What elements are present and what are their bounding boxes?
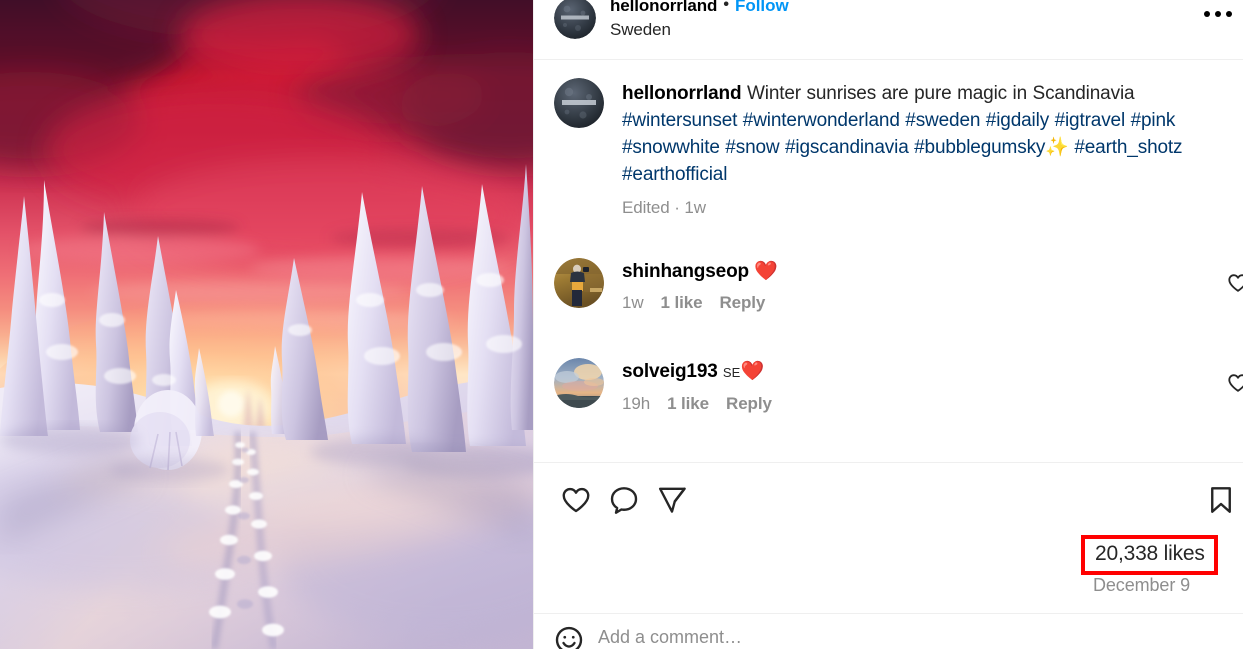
- comment-text-line: shinhangseop ❤️: [622, 259, 1222, 285]
- instagram-post-view: hellonorrland • Follow Sweden hellonorrl…: [0, 0, 1243, 649]
- comment-text: ❤️: [740, 361, 765, 382]
- share-button[interactable]: [648, 476, 696, 524]
- comment-meta: 1w 1 like Reply: [622, 293, 1222, 313]
- caption-meta: Edited · 1w: [622, 198, 706, 217]
- comment-item: shinhangseop ❤️ 1w 1 like Reply: [534, 258, 1243, 313]
- comment-meta: 19h 1 like Reply: [622, 394, 1222, 414]
- heart-glyph: [1228, 274, 1243, 292]
- comment-button[interactable]: [600, 476, 648, 524]
- add-comment-divider: [534, 613, 1243, 614]
- caption-hashtags-line-1[interactable]: #wintersunset #winterwonderland #sweden …: [622, 110, 1125, 131]
- heart-outline-icon: [562, 487, 590, 513]
- avatar-image: [554, 258, 604, 308]
- avatar-image: [554, 78, 604, 128]
- post-details-panel: hellonorrland • Follow Sweden hellonorrl…: [533, 0, 1243, 649]
- post-date: December 9: [1093, 575, 1191, 595]
- comment-username[interactable]: shinhangseop: [622, 261, 749, 282]
- comment-body: solveig193 SE❤️ 19h 1 like Reply: [622, 358, 1222, 414]
- speech-bubble-icon: [610, 487, 638, 514]
- actions-divider: [534, 462, 1243, 463]
- post-header: hellonorrland • Follow Sweden: [534, 0, 1243, 60]
- smiley-face-icon[interactable]: [554, 625, 584, 649]
- header-text: hellonorrland • Follow Sweden: [610, 0, 789, 40]
- add-comment-row: [534, 625, 1243, 649]
- heart-outline-icon[interactable]: [1227, 372, 1243, 394]
- comment-reply-button[interactable]: Reply: [726, 394, 772, 414]
- comment-avatar[interactable]: [554, 258, 604, 308]
- comment-like-count[interactable]: 1 like: [661, 293, 703, 313]
- post-actions: [534, 476, 1243, 524]
- comment-timestamp: 1w: [622, 293, 644, 312]
- caption-body: hellonorrland Winter sunrises are pure m…: [622, 78, 1222, 218]
- avatar-image: [554, 358, 604, 408]
- caption-sentence: Winter sunrises are pure magic in Scandi…: [746, 83, 1135, 104]
- follow-button[interactable]: Follow: [735, 0, 789, 16]
- likes-count-highlight: 20,338 likes: [1081, 535, 1218, 575]
- caption-text: hellonorrland Winter sunrises are pure m…: [622, 80, 1222, 188]
- bookmark-outline-icon: [1211, 487, 1231, 513]
- comment-reply-button[interactable]: Reply: [719, 293, 765, 313]
- comment-avatar[interactable]: [554, 358, 604, 408]
- avatar-image: [554, 0, 596, 39]
- comment-prefix: SE: [722, 365, 741, 380]
- header-separator-dot: •: [723, 0, 729, 14]
- caption-avatar[interactable]: [554, 78, 604, 128]
- header-avatar[interactable]: [554, 0, 596, 39]
- comment-text-line: solveig193 SE❤️: [622, 359, 1222, 386]
- likes-count[interactable]: 20,338 likes: [1095, 541, 1205, 567]
- winter-sunset-forest-path-photo: [0, 0, 533, 649]
- post-photo[interactable]: [0, 0, 533, 649]
- comment-timestamp: 19h: [622, 394, 651, 413]
- add-comment-input[interactable]: [598, 625, 1224, 649]
- sparkles-emoji: ✨: [1045, 137, 1069, 158]
- save-button[interactable]: [1206, 476, 1243, 524]
- comment-text: ❤️: [754, 261, 778, 282]
- like-button[interactable]: [552, 476, 600, 524]
- comment-username[interactable]: solveig193: [622, 361, 718, 382]
- caption-username[interactable]: hellonorrland: [622, 83, 742, 104]
- heart-outline-icon[interactable]: [1227, 272, 1243, 294]
- caption-block: hellonorrland Winter sunrises are pure m…: [534, 78, 1243, 218]
- comment-body: shinhangseop ❤️ 1w 1 like Reply: [622, 258, 1222, 313]
- post-location[interactable]: Sweden: [610, 19, 789, 40]
- heart-glyph: [1228, 374, 1243, 392]
- comment-like-count[interactable]: 1 like: [667, 394, 709, 414]
- ellipsis-horizontal-icon[interactable]: [1198, 2, 1238, 26]
- header-username[interactable]: hellonorrland: [610, 0, 717, 16]
- comment-item: solveig193 SE❤️ 19h 1 like Reply: [534, 358, 1243, 414]
- smiley-glyph: [555, 626, 583, 649]
- paper-plane-icon: [658, 487, 686, 513]
- header-username-row: hellonorrland • Follow: [610, 0, 789, 16]
